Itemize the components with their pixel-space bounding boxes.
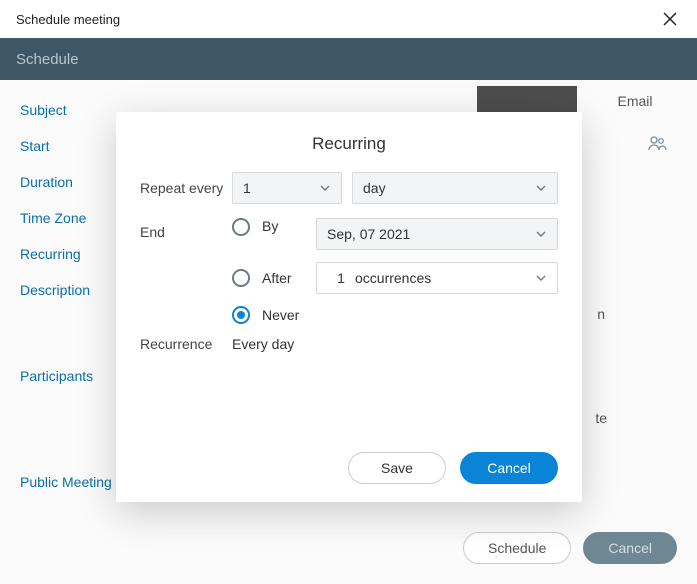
end-after-unit: occurrences: [355, 270, 431, 286]
end-by-radio[interactable]: [232, 218, 250, 236]
recurrence-label: Recurrence: [140, 336, 232, 352]
end-label: End: [140, 218, 232, 240]
window-header: Schedule meeting: [0, 0, 697, 38]
end-by-date-value: Sep, 07 2021: [327, 226, 410, 242]
end-after-radio[interactable]: [232, 269, 250, 287]
end-never-label: Never: [262, 307, 299, 323]
chevron-down-icon: [319, 182, 331, 194]
chevron-down-icon: [535, 272, 547, 284]
public-meeting-label: Public Meeting: [20, 474, 120, 490]
modal-cancel-button[interactable]: Cancel: [460, 452, 558, 484]
peek-text-n: n: [597, 306, 605, 322]
recurring-modal: Recurring Repeat every 1 day End By Sep,…: [116, 112, 582, 502]
description-label: Description: [20, 282, 120, 298]
people-icon[interactable]: [647, 134, 667, 159]
repeat-unit-value: day: [363, 180, 386, 196]
end-by-date-select[interactable]: Sep, 07 2021: [316, 218, 558, 250]
repeat-count-select[interactable]: 1: [232, 172, 342, 204]
toolbar-title: Schedule: [16, 51, 79, 68]
recurrence-value: Every day: [232, 336, 294, 352]
repeat-unit-select[interactable]: day: [352, 172, 558, 204]
toolbar: Schedule: [0, 38, 697, 80]
email-button[interactable]: Email: [589, 86, 681, 116]
schedule-button[interactable]: Schedule: [463, 532, 571, 564]
repeat-every-label: Repeat every: [140, 180, 232, 196]
recurring-label: Recurring: [20, 246, 120, 262]
end-by-label: By: [262, 218, 316, 234]
duration-label: Duration: [20, 174, 120, 190]
window-title: Schedule meeting: [16, 12, 120, 27]
end-after-count: 1: [327, 270, 355, 286]
start-label: Start: [20, 138, 120, 154]
modal-save-button[interactable]: Save: [348, 452, 446, 484]
repeat-count-value: 1: [243, 180, 251, 196]
chevron-down-icon: [535, 228, 547, 240]
subject-label: Subject: [20, 102, 120, 118]
timezone-label: Time Zone: [20, 210, 120, 226]
end-after-select[interactable]: 1 occurrences: [316, 262, 558, 294]
end-after-label: After: [262, 270, 316, 286]
peek-text-te: te: [595, 410, 607, 426]
participants-label: Participants: [20, 368, 120, 384]
end-never-radio[interactable]: [232, 306, 250, 324]
modal-title: Recurring: [140, 134, 558, 154]
close-icon[interactable]: [659, 8, 681, 30]
chevron-down-icon: [535, 182, 547, 194]
cancel-button[interactable]: Cancel: [583, 532, 677, 564]
